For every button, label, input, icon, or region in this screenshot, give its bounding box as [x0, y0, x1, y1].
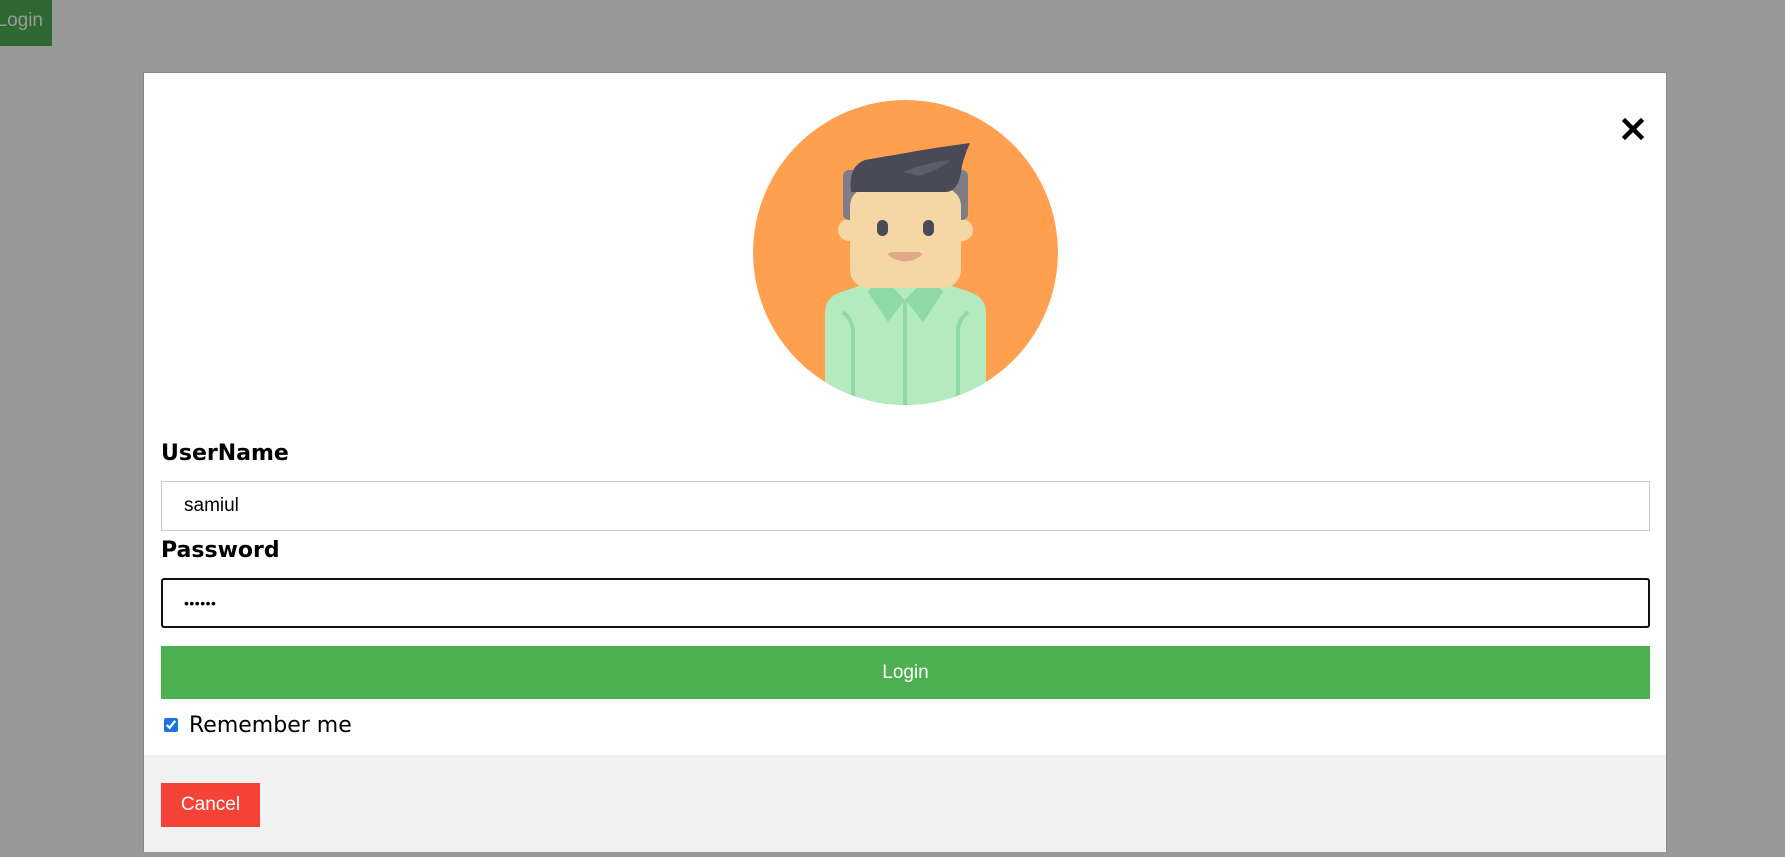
- close-icon: [1621, 117, 1645, 141]
- password-label: Password: [161, 538, 280, 563]
- username-input[interactable]: [161, 481, 1650, 531]
- modal-footer: Cancel: [144, 755, 1666, 852]
- remember-me-label: Remember me: [189, 712, 352, 738]
- remember-me-row: Remember me: [164, 710, 352, 740]
- avatar: [753, 100, 1058, 405]
- username-label: UserName: [161, 441, 289, 466]
- password-input[interactable]: [161, 578, 1650, 628]
- cancel-button[interactable]: Cancel: [161, 783, 260, 827]
- login-submit-button[interactable]: Login: [161, 646, 1650, 699]
- remember-me-checkbox[interactable]: [164, 718, 178, 732]
- login-modal: UserName Password Login Remember me Canc…: [143, 72, 1667, 852]
- close-button[interactable]: [1613, 109, 1653, 149]
- user-avatar-icon: [753, 100, 1058, 405]
